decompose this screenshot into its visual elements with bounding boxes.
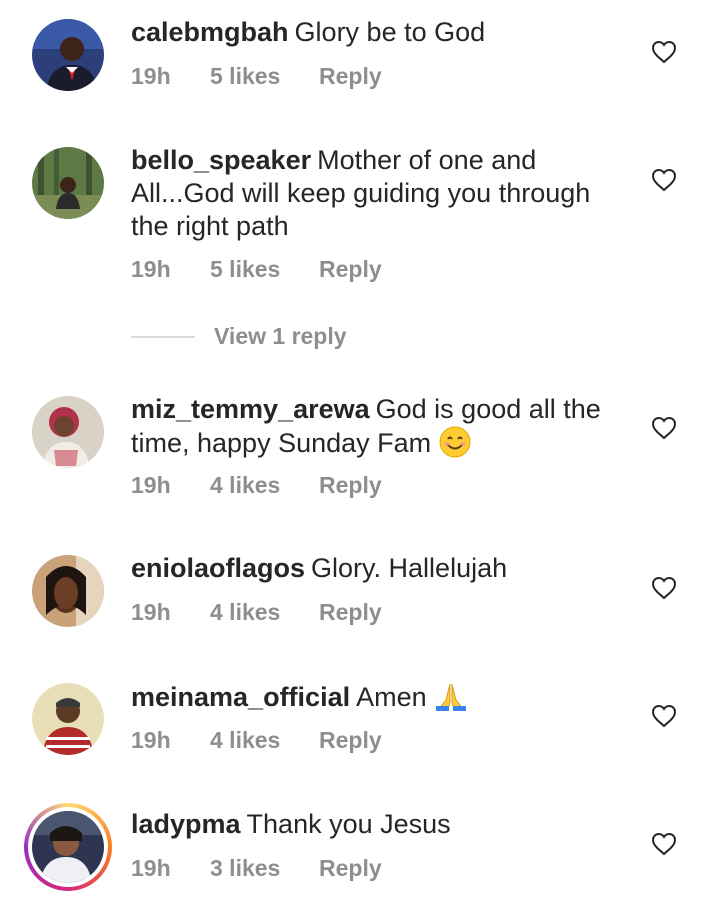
heart-outline-icon[interactable] (651, 416, 677, 440)
comment-likes[interactable]: 5 likes (210, 256, 319, 283)
heart-outline-icon[interactable] (651, 832, 677, 856)
comment-text: meinama_official Amen (131, 680, 611, 720)
reply-button[interactable]: Reply (319, 727, 382, 754)
comment-likes[interactable]: 5 likes (210, 63, 319, 90)
heart-outline-icon[interactable] (651, 40, 677, 64)
avatar[interactable] (32, 147, 104, 219)
avatar[interactable] (32, 811, 104, 883)
heart-outline-icon[interactable] (651, 704, 677, 728)
folded-hands-emoji-icon (434, 680, 468, 720)
comment-meta: 19h 4 likes Reply (131, 727, 382, 754)
comment-text: eniolaoflagos Glory. Hallelujah (131, 552, 611, 585)
comment-meta: 19h 5 likes Reply (131, 63, 382, 90)
comment-time: 19h (131, 472, 171, 498)
heart-outline-icon[interactable] (651, 576, 677, 600)
comment-likes[interactable]: 4 likes (210, 727, 319, 754)
comment-text: ladypma Thank you Jesus (131, 808, 611, 841)
comment-likes[interactable]: 4 likes (210, 472, 319, 499)
reply-button[interactable]: Reply (319, 63, 382, 90)
comment-username[interactable]: ladypma (131, 809, 241, 839)
comment-time: 19h (131, 599, 171, 625)
avatar[interactable] (32, 19, 104, 91)
comment-time: 19h (131, 256, 171, 282)
view-replies-label[interactable]: View 1 reply (214, 323, 347, 350)
story-ring[interactable] (24, 803, 112, 891)
comment-meta: 19h 4 likes Reply (131, 599, 382, 626)
comment-username[interactable]: bello_speaker (131, 145, 311, 175)
comment-body: Glory. Hallelujah (311, 553, 508, 583)
comment-username[interactable]: eniolaoflagos (131, 553, 305, 583)
smiling-face-emoji-icon (439, 426, 471, 466)
comment-text: miz_temmy_arewa God is good all the time,… (131, 393, 611, 466)
comment-meta: 19h 3 likes Reply (131, 855, 382, 882)
view-replies-button[interactable]: View 1 reply (131, 323, 347, 350)
comment-meta: 19h 4 likes Reply (131, 472, 382, 499)
comment-likes[interactable]: 3 likes (210, 855, 319, 882)
comment-meta: 19h 5 likes Reply (131, 256, 382, 283)
comment-text: calebmgbah Glory be to God (131, 16, 611, 49)
comment-body: Thank you Jesus (246, 809, 451, 839)
heart-outline-icon[interactable] (651, 168, 677, 192)
comment-username[interactable]: calebmgbah (131, 17, 289, 47)
avatar[interactable] (32, 396, 104, 468)
reply-button[interactable]: Reply (319, 472, 382, 499)
comment-likes[interactable]: 4 likes (210, 599, 319, 626)
comment-time: 19h (131, 63, 171, 89)
comment-body: Glory be to God (294, 17, 486, 47)
reply-button[interactable]: Reply (319, 256, 382, 283)
reply-button[interactable]: Reply (319, 855, 382, 882)
comment-username[interactable]: miz_temmy_arewa (131, 394, 370, 424)
reply-button[interactable]: Reply (319, 599, 382, 626)
view-replies-line (131, 335, 195, 338)
avatar[interactable] (32, 683, 104, 755)
comment-text: bello_speaker Mother of one and All...God… (131, 144, 611, 243)
comment-username[interactable]: meinama_official (131, 682, 350, 712)
comment-time: 19h (131, 855, 171, 881)
comment-time: 19h (131, 727, 171, 753)
avatar[interactable] (32, 555, 104, 627)
comment-body: Amen (356, 682, 427, 712)
